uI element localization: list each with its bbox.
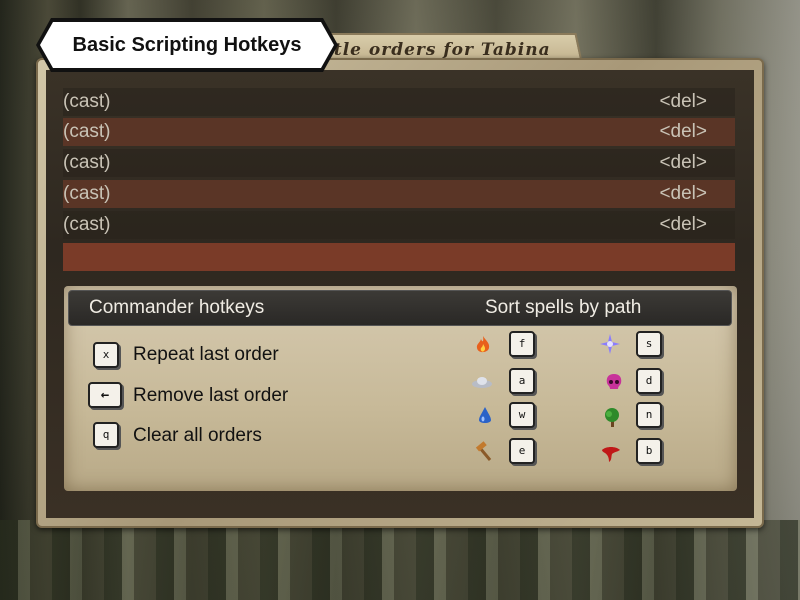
remove-order-label: Remove last order [133, 385, 289, 406]
death-icon [606, 374, 622, 389]
key-cap: w [509, 402, 535, 428]
delete-order-button[interactable]: <del> [659, 149, 707, 177]
air-icon [472, 377, 492, 388]
order-action[interactable]: (cast) [63, 118, 111, 146]
delete-order-button[interactable]: <del> [659, 118, 707, 146]
fire-icon [476, 336, 490, 353]
order-row[interactable]: (cast) <del> [63, 180, 735, 208]
sort-spells-heading: Sort spells by path [485, 297, 642, 318]
order-row[interactable]: (cast) <del> [63, 149, 735, 177]
delete-order-button[interactable]: <del> [659, 180, 707, 208]
hotkeys-badge-title: Basic Scripting Hotkeys [72, 34, 302, 56]
key-cap: d [636, 368, 662, 394]
order-row[interactable]: (cast) <del> [63, 118, 735, 146]
order-action[interactable]: (cast) [63, 88, 111, 116]
blood-icon [602, 447, 620, 462]
new-order-row[interactable] [63, 243, 735, 271]
order-action[interactable]: (cast) [63, 149, 111, 177]
commander-hotkeys-heading: Commander hotkeys [89, 297, 265, 318]
hotkey-panel-header: Commander hotkeys Sort spells by path [68, 290, 732, 326]
key-cap: n [636, 402, 662, 428]
earth-icon [475, 441, 492, 461]
key-cap: x [93, 342, 119, 368]
delete-order-button[interactable]: <del> [659, 211, 707, 239]
key-cap: b [636, 438, 662, 464]
repeat-order-label: Repeat last order [133, 344, 279, 365]
order-action[interactable]: (cast) [63, 180, 111, 208]
order-action[interactable]: (cast) [63, 211, 111, 239]
astral-icon [600, 334, 620, 354]
clear-orders-label: Clear all orders [133, 425, 262, 446]
order-row[interactable]: (cast) <del> [63, 211, 735, 239]
water-icon [479, 407, 491, 423]
key-cap: e [509, 438, 535, 464]
order-row[interactable]: (cast) <del> [63, 88, 735, 116]
key-cap: q [93, 422, 119, 448]
key-cap: s [636, 331, 662, 357]
key-cap: f [509, 331, 535, 357]
delete-order-button[interactable]: <del> [659, 88, 707, 116]
forest-floor [0, 520, 800, 600]
nature-icon [605, 408, 619, 427]
backspace-key-cap: ← [88, 382, 122, 408]
key-cap: a [509, 368, 535, 394]
